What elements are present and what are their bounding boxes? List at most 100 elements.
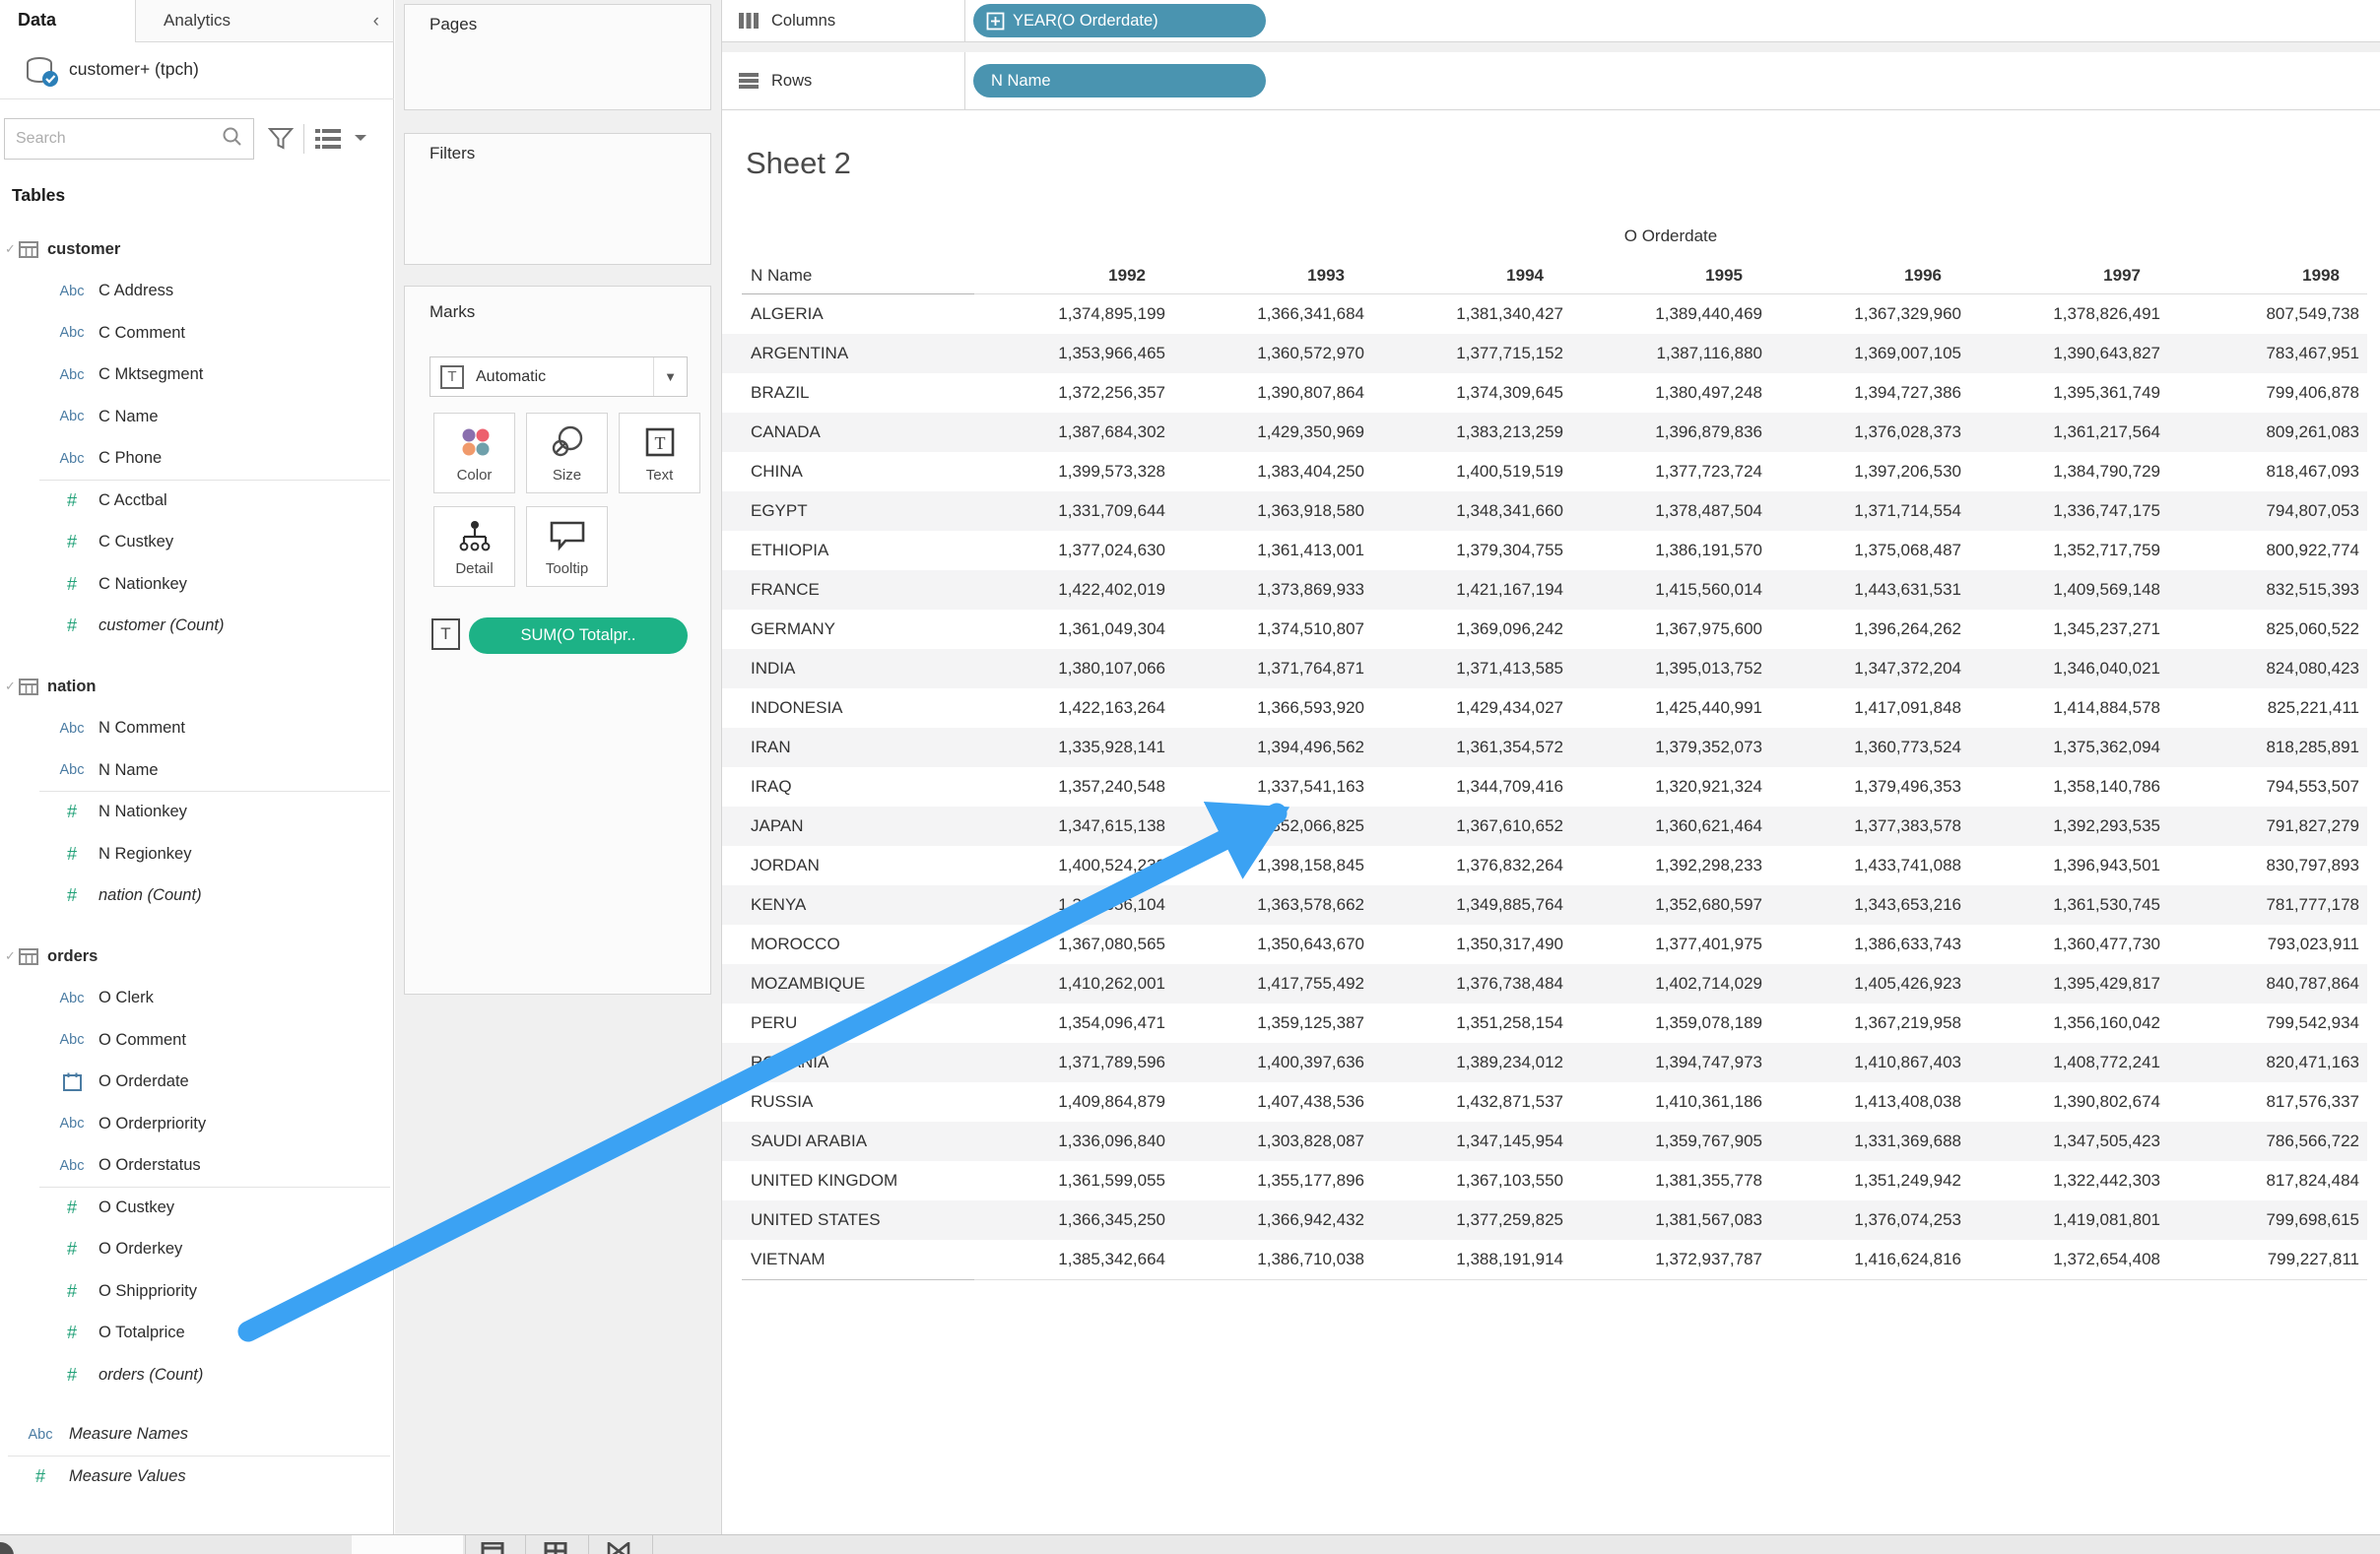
field-item-n-nationkey[interactable]: #N Nationkey xyxy=(0,792,394,833)
value-cell[interactable]: 1,367,975,600 xyxy=(1571,610,1770,649)
value-cell[interactable]: 1,335,928,141 xyxy=(974,728,1173,767)
value-cell[interactable]: 1,415,560,014 xyxy=(1571,570,1770,610)
field-item-n-name[interactable]: AbcN Name xyxy=(0,749,394,791)
value-cell[interactable]: 799,406,878 xyxy=(2168,373,2367,413)
row-header-cell[interactable]: IRAN xyxy=(742,728,974,767)
row-dimension-header[interactable]: N Name xyxy=(722,258,955,293)
sheet-title[interactable]: Sheet 2 xyxy=(746,146,851,181)
field-item-c-mktsegment[interactable]: AbcC Mktsegment xyxy=(0,355,394,396)
value-cell[interactable]: 807,549,738 xyxy=(2168,294,2367,334)
value-cell[interactable]: 1,322,442,303 xyxy=(1969,1161,2168,1200)
value-cell[interactable]: 1,443,631,531 xyxy=(1770,570,1969,610)
row-header-cell[interactable]: ETHIOPIA xyxy=(742,531,974,570)
row-header-cell[interactable]: UNITED KINGDOM xyxy=(742,1161,974,1200)
value-cell[interactable]: 786,566,722 xyxy=(2168,1122,2367,1161)
year-column-header[interactable]: 1998 xyxy=(2149,258,2347,293)
value-cell[interactable]: 1,395,013,752 xyxy=(1571,649,1770,688)
value-cell[interactable]: 830,797,893 xyxy=(2168,846,2367,885)
value-cell[interactable]: 1,378,826,491 xyxy=(1969,294,2168,334)
row-header-cell[interactable]: GERMANY xyxy=(742,610,974,649)
value-cell[interactable]: 1,361,217,564 xyxy=(1969,413,2168,452)
value-cell[interactable]: 818,467,093 xyxy=(2168,452,2367,491)
value-cell[interactable]: 1,346,040,021 xyxy=(1969,649,2168,688)
value-cell[interactable]: 1,360,773,524 xyxy=(1770,728,1969,767)
value-cell[interactable]: 1,347,615,138 xyxy=(974,807,1173,846)
value-cell[interactable]: 1,376,028,373 xyxy=(1770,413,1969,452)
value-cell[interactable]: 1,349,885,764 xyxy=(1372,885,1571,925)
value-cell[interactable]: 1,358,140,786 xyxy=(1969,767,2168,807)
value-cell[interactable]: 1,383,213,259 xyxy=(1372,413,1571,452)
row-header-cell[interactable]: PERU xyxy=(742,1004,974,1043)
value-cell[interactable]: 1,351,258,154 xyxy=(1372,1004,1571,1043)
value-cell[interactable]: 1,363,918,580 xyxy=(1173,491,1372,531)
value-cell[interactable]: 1,386,710,038 xyxy=(1173,1240,1372,1279)
value-cell[interactable]: 793,023,911 xyxy=(2168,925,2367,964)
value-cell[interactable]: 1,352,066,825 xyxy=(1173,807,1372,846)
mark-type-dropdown[interactable]: T Automatic ▼ xyxy=(430,356,688,397)
value-cell[interactable]: 1,336,747,175 xyxy=(1969,491,2168,531)
active-sheet-tab[interactable] xyxy=(352,1535,463,1554)
year-column-header[interactable]: 1994 xyxy=(1353,258,1552,293)
row-header-cell[interactable]: JAPAN xyxy=(742,807,974,846)
tooltip-button[interactable]: Tooltip xyxy=(526,506,608,587)
value-cell[interactable]: 1,384,790,729 xyxy=(1969,452,2168,491)
value-cell[interactable]: 1,410,867,403 xyxy=(1770,1043,1969,1082)
value-cell[interactable]: 1,347,145,954 xyxy=(1372,1122,1571,1161)
value-cell[interactable]: 1,400,397,636 xyxy=(1173,1043,1372,1082)
value-cell[interactable]: 1,331,369,688 xyxy=(1770,1122,1969,1161)
value-cell[interactable]: 1,385,342,664 xyxy=(974,1240,1173,1279)
value-cell[interactable]: 1,377,715,152 xyxy=(1372,334,1571,373)
field-item-o-shippriority[interactable]: #O Shippriority xyxy=(0,1270,394,1312)
value-cell[interactable]: 1,379,496,353 xyxy=(1770,767,1969,807)
value-cell[interactable]: 825,221,411 xyxy=(2168,688,2367,728)
color-button[interactable]: Color xyxy=(433,413,515,493)
row-header-cell[interactable]: EGYPT xyxy=(742,491,974,531)
row-header-cell[interactable]: IRAQ xyxy=(742,767,974,807)
row-header-cell[interactable]: ARGENTINA xyxy=(742,334,974,373)
value-cell[interactable]: 1,367,219,958 xyxy=(1770,1004,1969,1043)
value-cell[interactable]: 799,227,811 xyxy=(2168,1240,2367,1279)
expand-check-icon[interactable]: ✓ xyxy=(5,948,19,964)
value-cell[interactable]: 1,387,116,880 xyxy=(1571,334,1770,373)
value-cell[interactable]: 1,397,206,530 xyxy=(1770,452,1969,491)
value-cell[interactable]: 1,396,264,262 xyxy=(1770,610,1969,649)
column-group-header[interactable]: O Orderdate xyxy=(974,227,2367,246)
value-cell[interactable]: 1,377,401,975 xyxy=(1571,925,1770,964)
value-cell[interactable]: 1,377,259,825 xyxy=(1372,1200,1571,1240)
value-cell[interactable]: 1,422,163,264 xyxy=(974,688,1173,728)
value-cell[interactable]: 1,336,096,840 xyxy=(974,1122,1173,1161)
row-header-cell[interactable]: ALGERIA xyxy=(742,294,974,334)
row-header-cell[interactable]: UNITED STATES xyxy=(742,1200,974,1240)
value-cell[interactable]: 1,372,256,357 xyxy=(974,373,1173,413)
value-cell[interactable]: 1,381,355,778 xyxy=(1571,1161,1770,1200)
value-cell[interactable]: 1,376,832,264 xyxy=(1372,846,1571,885)
value-cell[interactable]: 1,377,723,724 xyxy=(1571,452,1770,491)
value-cell[interactable]: 1,347,505,423 xyxy=(1969,1122,2168,1161)
value-cell[interactable]: 1,394,727,386 xyxy=(1770,373,1969,413)
value-cell[interactable]: 1,416,624,816 xyxy=(1770,1240,1969,1279)
value-cell[interactable]: 1,367,610,652 xyxy=(1372,807,1571,846)
row-header-cell[interactable]: MOZAMBIQUE xyxy=(742,964,974,1004)
value-cell[interactable]: 1,371,789,596 xyxy=(974,1043,1173,1082)
value-cell[interactable]: 1,354,096,471 xyxy=(974,1004,1173,1043)
value-cell[interactable]: 1,363,578,662 xyxy=(1173,885,1372,925)
row-header-cell[interactable]: KENYA xyxy=(742,885,974,925)
value-cell[interactable]: 1,377,024,630 xyxy=(974,531,1173,570)
value-cell[interactable]: 817,576,337 xyxy=(2168,1082,2367,1122)
value-cell[interactable]: 1,371,413,585 xyxy=(1372,649,1571,688)
value-cell[interactable]: 1,407,438,536 xyxy=(1173,1082,1372,1122)
value-cell[interactable]: 1,352,680,597 xyxy=(1571,885,1770,925)
value-cell[interactable]: 1,375,362,094 xyxy=(1969,728,2168,767)
field-item-o-custkey[interactable]: #O Custkey xyxy=(0,1187,394,1228)
value-cell[interactable]: 824,080,423 xyxy=(2168,649,2367,688)
value-cell[interactable]: 1,303,828,087 xyxy=(1173,1122,1372,1161)
value-cell[interactable]: 1,347,372,204 xyxy=(1770,649,1969,688)
value-cell[interactable]: 1,367,103,550 xyxy=(1372,1161,1571,1200)
field-item-nation-count-[interactable]: #nation (Count) xyxy=(0,875,394,917)
value-cell[interactable]: 1,356,160,042 xyxy=(1969,1004,2168,1043)
value-cell[interactable]: 1,389,234,012 xyxy=(1372,1043,1571,1082)
value-cell[interactable]: 799,542,934 xyxy=(2168,1004,2367,1043)
field-item-n-comment[interactable]: AbcN Comment xyxy=(0,708,394,749)
value-cell[interactable]: 1,410,361,186 xyxy=(1571,1082,1770,1122)
value-cell[interactable]: 1,343,653,216 xyxy=(1770,885,1969,925)
